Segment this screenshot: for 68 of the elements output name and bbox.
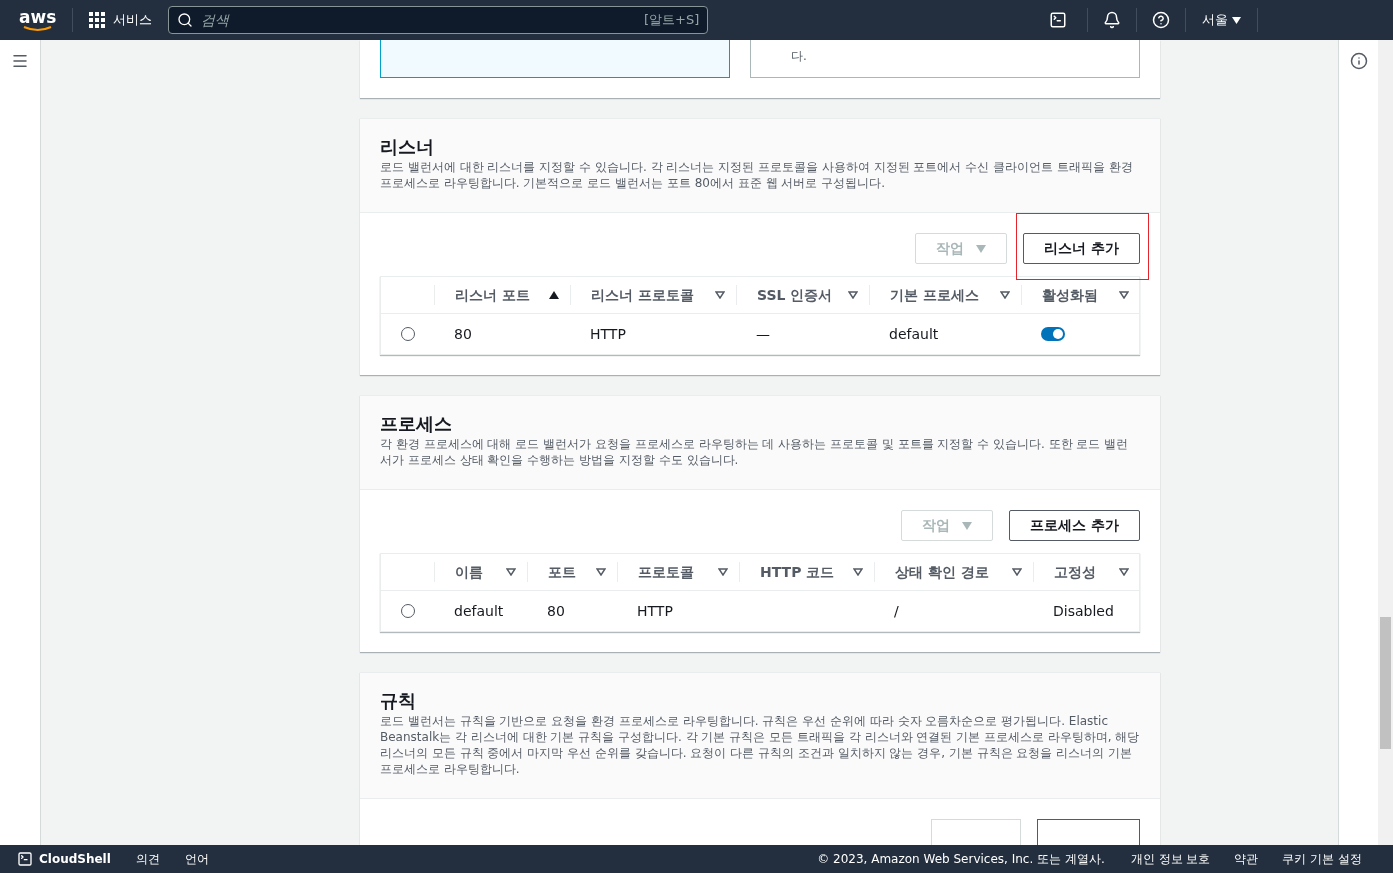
section-description: 로드 밸런서에 대한 리스너를 지정할 수 있습니다. 각 리스너는 지정된 프로토콜을 사용하여 지정된 포트에서 수신 클라이언트 트래픽을 환경 프로세스로 라우팅합니다. 기본적으로 로드 밸런서는 포트 80에서 표준 웹 서버로 구성됩니다. <box>380 159 1134 191</box>
footer-link[interactable]: 쿠키 기본 설정 <box>1282 850 1362 868</box>
column-header[interactable]: 이름 <box>434 562 527 582</box>
cloudshell-button[interactable]: CloudShell <box>17 850 111 868</box>
search-input[interactable]: 검색 <box>201 9 636 31</box>
sort-icon <box>506 568 516 576</box>
search-icon <box>177 12 194 28</box>
copyright-text: © 2023, Amazon Web Services, Inc. 또는 계열사. <box>817 851 1105 868</box>
sort-icon <box>718 568 728 576</box>
aws-logo[interactable]: aws <box>19 8 57 32</box>
sort-icon <box>596 568 606 576</box>
sort-icon <box>1000 291 1010 299</box>
column-header[interactable]: HTTP 코드 <box>739 562 874 582</box>
sort-icon <box>853 568 863 576</box>
region-menu[interactable]: 서울 <box>1202 10 1241 30</box>
table-cell: default <box>889 326 939 342</box>
footer-link[interactable]: 약관 <box>1234 850 1259 868</box>
section-description: 로드 밸런서는 규칙을 기반으로 요청을 환경 프로세스로 라우팅합니다. 규칙은 우선 순위에 따라 숫자 오름차순으로 평가됩니다. Elastic Beanstalk는 각 리스너에 대한 기본 규칙을 구성합니다. 각 기본 규칙은 모든 트래픽을 각 리스너와 연결된 기본 프로세스로 라우팅하며, 해당 리스너의 모든 규칙 중에서 마지막 우선 순위를 갖습니다. 요청이 다른 규칙의 조건과 일치하지 않는 경우, 기본 규칙은 요청을 리스너의 기본 프로세스로 라우팅합니다. <box>380 713 1140 777</box>
info-icon[interactable] <box>1349 52 1368 70</box>
section-description: 각 환경 프로세스에 대해 로드 밸런서가 요청을 프로세스로 라우팅하는 데 사용하는 프로토콜 및 포트를 지정할 수 있습니다. 또한 로드 밸런서가 프로세스 상태 확인을 수행하는 방법을 지정할 수도 있습니다. <box>380 436 1130 468</box>
column-header[interactable]: 기본 프로세스 <box>869 285 1021 305</box>
footer-link[interactable]: 개인 정보 보호 <box>1130 850 1211 868</box>
shortcut-hint: [알트+S] <box>644 11 700 30</box>
column-header[interactable]: 리스너 프로토콜 <box>570 285 736 305</box>
sort-icon <box>715 291 725 299</box>
table-cell: Disabled <box>1053 603 1114 619</box>
table-cell: — <box>756 326 770 342</box>
table-cell: / <box>894 603 899 619</box>
table-cell: HTTP <box>590 326 626 342</box>
sort-icon <box>848 291 858 299</box>
action-button[interactable]: 리스너 추가 <box>1023 233 1140 264</box>
section-title: 규칙 <box>380 689 417 713</box>
table-cell: 80 <box>454 326 472 342</box>
column-header[interactable]: 고정성 <box>1033 562 1140 582</box>
footer-link[interactable]: 의견 <box>135 850 160 868</box>
caret-icon <box>976 244 987 253</box>
column-header[interactable]: 포트 <box>527 562 617 582</box>
toggle-switch[interactable] <box>1041 327 1065 341</box>
column-header[interactable]: SSL 인증서 <box>736 285 869 305</box>
sort-icon <box>1119 291 1129 299</box>
search-field[interactable]: 검색 [알트+S] <box>168 6 709 34</box>
cloudshell-icon[interactable] <box>1049 11 1067 29</box>
section-title: 프로세스 <box>380 412 453 436</box>
sort-icon <box>1012 568 1022 576</box>
column-header[interactable]: 프로토콜 <box>617 562 739 582</box>
footer-link[interactable]: 언어 <box>184 850 209 868</box>
services-menu[interactable]: 서비스 <box>89 10 153 30</box>
option-tile[interactable]: 다. <box>750 40 1140 78</box>
sort-icon <box>1119 568 1129 576</box>
column-header[interactable]: 리스너 포트 <box>434 285 570 305</box>
help-icon[interactable] <box>1152 11 1170 29</box>
section-title: 리스너 <box>380 135 435 159</box>
column-header[interactable]: 상태 확인 경로 <box>874 562 1033 582</box>
option-tile[interactable] <box>380 40 730 78</box>
sort-ascending-icon <box>549 291 559 299</box>
action-button[interactable]: 프로세스 추가 <box>1009 510 1140 541</box>
table-cell: HTTP <box>637 603 673 619</box>
scrollbar[interactable] <box>1378 40 1393 845</box>
column-header[interactable]: 활성화됨 <box>1021 285 1140 305</box>
caret-icon <box>962 521 973 530</box>
menu-icon[interactable] <box>11 52 29 70</box>
services-grid-icon <box>89 12 106 28</box>
table-cell: 80 <box>547 603 565 619</box>
caret-icon <box>1232 16 1241 24</box>
notifications-icon[interactable] <box>1103 11 1121 29</box>
tile-text: 다. <box>791 48 807 65</box>
cloudshell-icon <box>17 851 33 867</box>
table-cell: default <box>454 603 504 619</box>
